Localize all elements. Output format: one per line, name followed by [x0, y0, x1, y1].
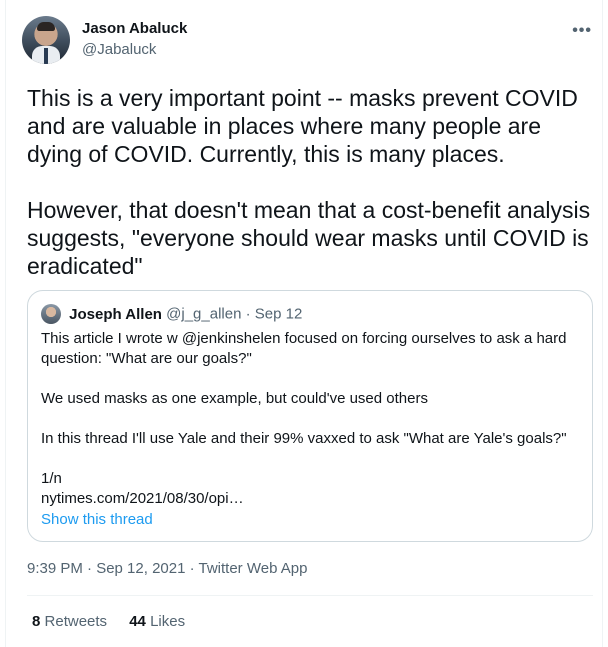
quoted-author-avatar — [41, 304, 61, 324]
tweet-text: This is a very important point -- masks … — [27, 84, 593, 280]
quoted-author-name: Joseph Allen — [69, 305, 162, 323]
tweet-timestamp[interactable]: 9:39 PM · Sep 12, 2021 · Twitter Web App — [27, 560, 307, 577]
likes-stat[interactable]: 44 Likes — [129, 613, 185, 630]
author-handle[interactable]: @Jabaluck — [82, 41, 156, 58]
quoted-meta: @j_g_allen · Sep 12 — [166, 305, 303, 323]
more-options-icon[interactable]: ••• — [572, 22, 592, 40]
show-thread-link[interactable]: Show this thread — [41, 511, 153, 528]
tweet-paragraph: This is a very important point -- masks … — [27, 85, 578, 167]
quoted-text: This article I wrote w @jenkinshelen foc… — [41, 329, 581, 509]
retweets-label: Retweets — [44, 613, 108, 630]
retweets-count: 8 — [32, 613, 41, 630]
likes-count: 44 — [129, 613, 146, 630]
quoted-paragraph: This article I wrote w @jenkinshelen foc… — [41, 330, 571, 367]
tweet-stats: 8 Retweets 44 Likes — [32, 613, 203, 630]
likes-label: Likes — [150, 613, 186, 630]
quoted-tweet[interactable]: Joseph Allen @j_g_allen · Sep 12 This ar… — [27, 290, 593, 542]
quoted-paragraph: We used masks as one example, but could'… — [41, 390, 428, 407]
quoted-paragraph: In this thread I'll use Yale and their 9… — [41, 430, 567, 447]
avatar-hair — [37, 22, 55, 31]
author-avatar[interactable] — [22, 16, 70, 64]
divider — [27, 595, 593, 596]
tweet-paragraph: However, that doesn't mean that a cost-b… — [27, 197, 591, 279]
retweets-stat[interactable]: 8 Retweets — [32, 613, 107, 630]
avatar-tie — [44, 48, 48, 64]
quoted-paragraph: 1/n nytimes.com/2021/08/30/opi… — [41, 470, 244, 507]
author-name[interactable]: Jason Abaluck — [82, 20, 187, 37]
quoted-header: Joseph Allen @j_g_allen · Sep 12 — [41, 304, 302, 324]
tweet-card: Jason Abaluck @Jabaluck ••• This is a ve… — [5, 0, 603, 647]
tweet-header: Jason Abaluck @Jabaluck ••• — [22, 16, 592, 66]
